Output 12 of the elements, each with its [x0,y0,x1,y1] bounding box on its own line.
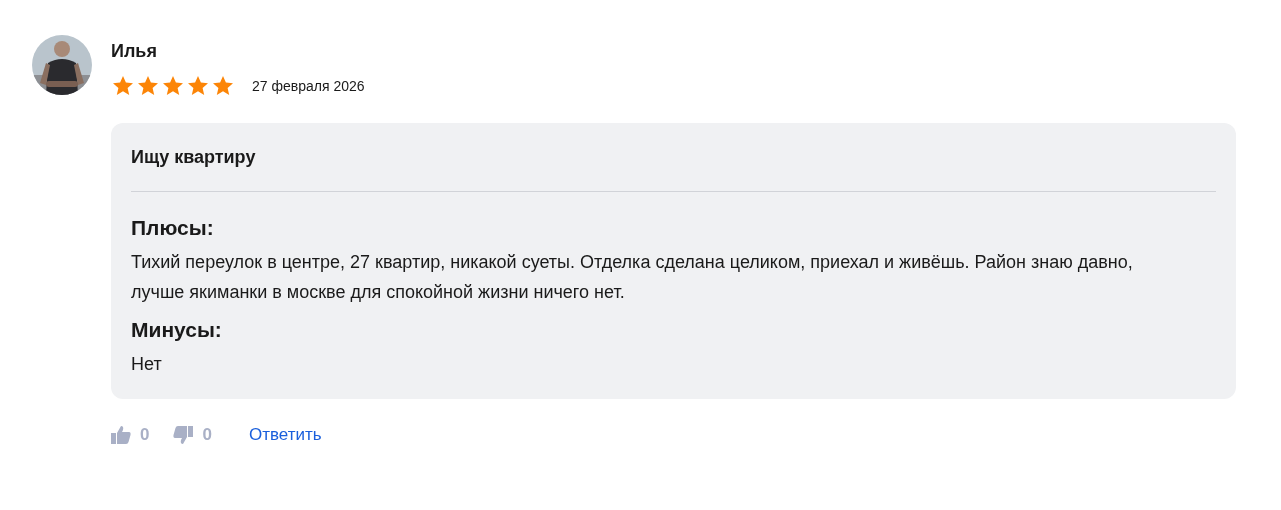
author-name: Илья [111,40,158,62]
section-heading: Минусы: [131,317,223,343]
reply-link[interactable]: Ответить [248,425,322,445]
section-text: Нет [131,353,163,376]
review-date: 27 февраля 2026 [252,78,365,94]
thumbs-up-icon [111,426,131,444]
dislike-button[interactable]: 0 [173,425,212,445]
review-title: Ищу квартиру [131,146,257,169]
like-button[interactable]: 0 [111,425,150,445]
section-text: Тихий переулок в центре, 27 квартир, никакой суеты. Отделка сделана целиком, приехал и живёшь. Район знаю давно, лучше якиманки в москве для спокойной жизни ничего нет. [131,251,1134,304]
thumbs-down-icon [173,426,194,444]
section-heading: Плюсы: [131,215,215,241]
